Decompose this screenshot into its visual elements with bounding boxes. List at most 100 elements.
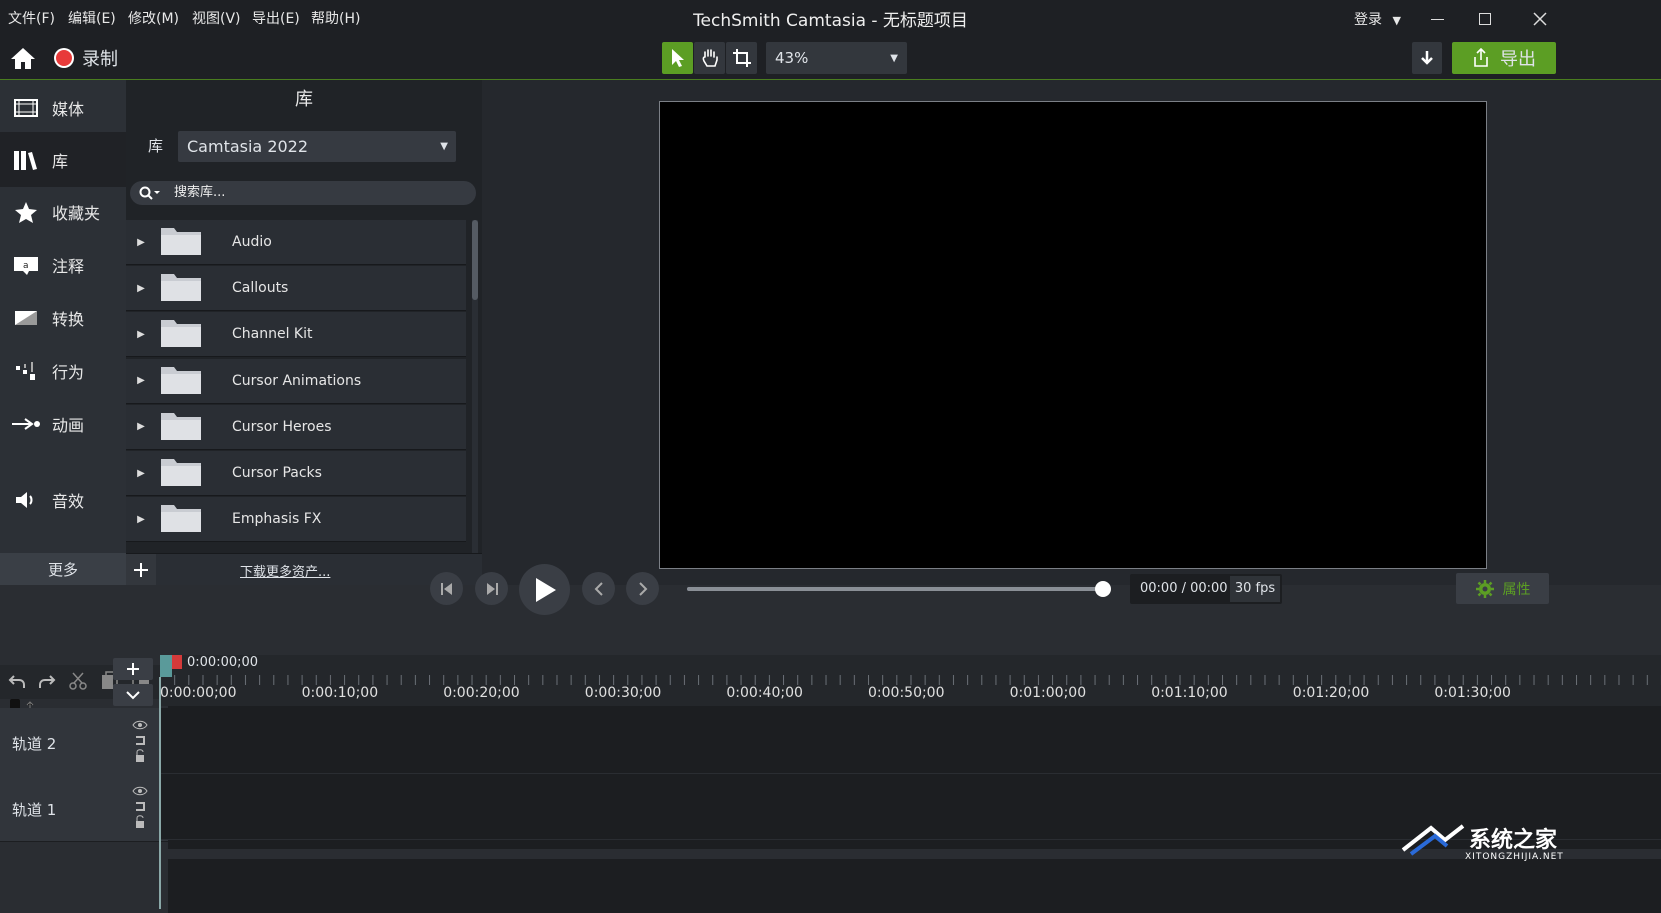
nav-label: 媒体 xyxy=(52,99,85,119)
folder-item[interactable]: ▶ Cursor Heroes xyxy=(126,404,466,450)
step-forward-icon xyxy=(486,582,498,595)
speaker-icon xyxy=(16,491,33,508)
step-forward-button[interactable] xyxy=(475,572,508,605)
nav-label: 音效 xyxy=(52,491,85,511)
previous-button[interactable] xyxy=(582,572,615,605)
select-tool-button[interactable] xyxy=(662,42,693,74)
properties-label: 属性 xyxy=(1502,581,1531,598)
behavior-icon xyxy=(16,361,35,380)
crop-icon xyxy=(732,49,751,67)
add-library-button[interactable] xyxy=(126,554,156,585)
nav-label: 行为 xyxy=(52,362,85,382)
search-icon xyxy=(139,186,160,200)
menu-view[interactable]: 视图(V) xyxy=(192,8,241,28)
folder-item[interactable]: ▶ Channel Kit xyxy=(126,312,466,358)
zoom-select[interactable]: 43% ▼ xyxy=(766,42,907,74)
annotation-icon: a xyxy=(14,256,38,275)
folder-item[interactable]: ▶ Callouts xyxy=(126,266,466,312)
crop-tool-button[interactable] xyxy=(726,42,757,74)
pointer-icon xyxy=(671,49,684,67)
ruler-label: 0:00:20;00 xyxy=(443,685,520,701)
watermark-logo-icon xyxy=(1401,824,1465,856)
playback-scrubber[interactable] xyxy=(687,587,1103,591)
expand-arrow-icon[interactable]: ▶ xyxy=(126,468,156,479)
timeline-track-headers: 轨道 2 轨道 1 xyxy=(0,699,168,913)
nav-item-transitions[interactable]: 转换 xyxy=(0,290,126,345)
menu-edit[interactable]: 编辑(E) xyxy=(68,8,116,28)
preview-canvas[interactable] xyxy=(659,101,1487,569)
nav-label: 收藏夹 xyxy=(52,203,101,223)
expand-arrow-icon[interactable]: ▶ xyxy=(126,283,156,294)
login-button[interactable]: 登录 ▼ xyxy=(1354,9,1401,29)
nav-item-animations[interactable]: 动画 xyxy=(0,396,126,451)
menu-file[interactable]: 文件(F) xyxy=(8,8,55,28)
folder-item[interactable]: ▶ Cursor Animations xyxy=(126,358,466,404)
folder-name: Audio xyxy=(232,234,272,250)
menu-modify[interactable]: 修改(M) xyxy=(128,8,179,28)
main-toolbar: 录制 43% ▼ 导出 xyxy=(0,36,1661,80)
export-button[interactable]: 导出 xyxy=(1452,42,1556,74)
folder-item[interactable]: ▶ Cursor Packs xyxy=(126,451,466,496)
expand-arrow-icon[interactable]: ▶ xyxy=(126,329,156,340)
nav-item-annotations[interactable]: a 注释 xyxy=(0,237,126,292)
maximize-icon xyxy=(1479,13,1491,25)
step-back-button[interactable] xyxy=(430,572,463,605)
track-header-2[interactable]: 轨道 2 xyxy=(0,708,168,776)
nav-item-favorites[interactable]: 收藏夹 xyxy=(0,184,126,239)
folder-item[interactable]: ▶ Audio xyxy=(126,220,466,265)
library-scrollbar-thumb[interactable] xyxy=(472,220,478,300)
download-button[interactable] xyxy=(1412,42,1442,74)
maximize-button[interactable] xyxy=(1465,6,1505,32)
play-button[interactable] xyxy=(519,564,570,615)
window-title: TechSmith Camtasia - 无标题项目 xyxy=(693,11,968,31)
record-label: 录制 xyxy=(82,49,118,70)
folder-icon xyxy=(156,316,232,352)
watermark-url: XITONGZHIJIA.NET xyxy=(1465,852,1564,862)
more-button[interactable]: 更多 xyxy=(0,553,126,585)
expand-arrow-icon[interactable]: ▶ xyxy=(126,514,156,525)
home-button[interactable] xyxy=(6,42,40,74)
close-button[interactable] xyxy=(1520,6,1560,32)
nav-item-behaviors[interactable]: 行为 xyxy=(0,343,126,398)
nav-item-audio-effects[interactable]: 音效 xyxy=(0,472,126,527)
pan-tool-button[interactable] xyxy=(694,42,725,74)
watermark: 系统之家 XITONGZHIJIA.NET xyxy=(1393,810,1661,913)
svg-text:a: a xyxy=(23,261,29,271)
properties-button[interactable]: 属性 xyxy=(1456,573,1549,604)
chevron-right-icon xyxy=(638,581,647,596)
plus-icon xyxy=(134,562,148,577)
next-button[interactable] xyxy=(626,572,659,605)
library-panel: 库 库 Camtasia 2022 ▼ 搜索库... ▶ Audio ▶ Callou… xyxy=(126,80,482,585)
playhead-start-marker[interactable] xyxy=(160,655,172,677)
nav-item-library[interactable]: 库 xyxy=(0,132,126,187)
playhead[interactable] xyxy=(172,655,182,669)
menu-export[interactable]: 导出(E) xyxy=(252,8,300,28)
track-header-1[interactable]: 轨道 1 xyxy=(0,774,168,842)
chevron-left-icon xyxy=(594,581,603,596)
expand-arrow-icon[interactable]: ▶ xyxy=(126,375,156,386)
playhead-time: 0:00:00;00 xyxy=(187,655,259,670)
track-controls-icon[interactable] xyxy=(132,719,148,767)
track-controls-icon[interactable] xyxy=(132,785,148,833)
ruler-label: 0:00:40;00 xyxy=(726,685,803,701)
library-search-input[interactable]: 搜索库... xyxy=(130,181,476,205)
menu-help[interactable]: 帮助(H) xyxy=(311,8,360,28)
ruler-label: 0:01:30;00 xyxy=(1434,685,1511,701)
step-back-icon xyxy=(440,582,452,595)
folder-item[interactable]: ▶ Emphasis FX xyxy=(126,497,466,543)
expand-arrow-icon[interactable]: ▶ xyxy=(126,421,156,432)
star-icon xyxy=(15,201,37,223)
scrubber-handle[interactable] xyxy=(1095,581,1111,597)
folder-icon xyxy=(156,501,232,537)
minimize-button[interactable] xyxy=(1417,6,1457,32)
track-lane-2[interactable] xyxy=(161,708,1661,774)
nav-item-media[interactable]: 媒体 xyxy=(0,80,126,135)
library-footer: 下载更多资产... xyxy=(126,553,482,585)
record-button[interactable]: 录制 xyxy=(52,42,126,74)
library-select[interactable]: Camtasia 2022 ▼ xyxy=(178,131,456,162)
fps-badge[interactable]: 30 fps xyxy=(1230,576,1280,602)
download-more-assets-link[interactable]: 下载更多资产... xyxy=(240,561,330,580)
download-icon xyxy=(1421,51,1433,65)
expand-arrow-icon[interactable]: ▶ xyxy=(126,237,156,248)
minimize-icon xyxy=(1430,18,1444,20)
